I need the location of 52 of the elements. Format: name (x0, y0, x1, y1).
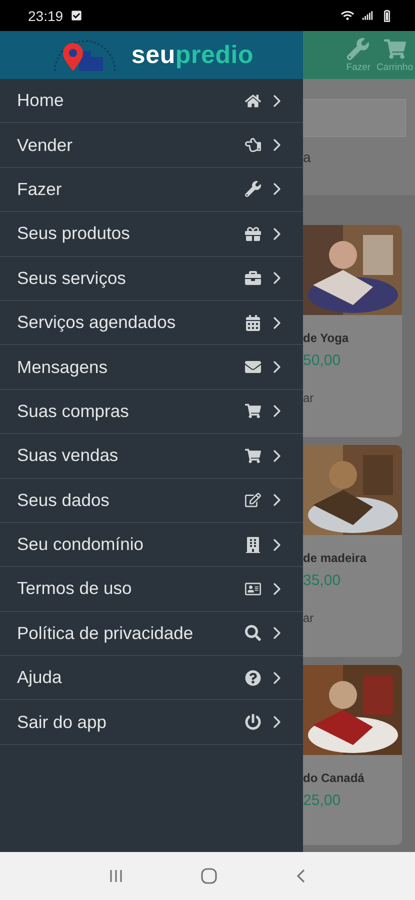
briefcase-icon (245, 270, 261, 286)
battery-icon (381, 10, 393, 22)
power-icon (245, 714, 261, 730)
logo-text: seupredio (131, 40, 254, 70)
product-price: 50,00 (303, 352, 342, 369)
menu-item[interactable]: Termos de uso (0, 567, 303, 612)
menu-item[interactable]: Vender (0, 123, 303, 168)
help-icon (245, 670, 261, 686)
product-card[interactable]: de madeira 35,00 ar (303, 445, 402, 657)
gift-icon (245, 226, 261, 242)
signal-icon (362, 10, 373, 21)
menu-item[interactable]: Fazer (0, 168, 303, 212)
menu-item[interactable]: Política de privacidade (0, 612, 303, 656)
menu-item[interactable]: Seus dados (0, 478, 303, 523)
product-title: de madeira (303, 551, 368, 565)
search-field[interactable] (303, 99, 406, 137)
menu-item[interactable]: Seu condomínio (0, 522, 303, 568)
cart-icon (384, 38, 406, 60)
menu-item[interactable]: Serviços agendados (0, 300, 303, 346)
wrench-icon (347, 38, 370, 60)
menu-item[interactable]: Home (0, 79, 303, 124)
envelope-icon (245, 359, 261, 376)
menu-item[interactable]: Seus serviços (0, 256, 303, 301)
partial-text: a (303, 149, 312, 165)
cart-icon (245, 448, 261, 464)
back-icon[interactable] (294, 868, 307, 884)
wrench-icon (245, 181, 261, 198)
product-price: 25,00 (303, 792, 342, 809)
menu-item[interactable]: Suas vendas (0, 434, 303, 479)
menu-item[interactable]: Suas compras (0, 390, 303, 434)
menu-item[interactable]: Seus produtos (0, 212, 303, 257)
recent-apps-icon[interactable] (108, 868, 124, 884)
building-icon (245, 536, 261, 553)
menu-item[interactable]: Mensagens (0, 345, 303, 390)
hand-icon (245, 137, 261, 154)
product-title: de Yoga (303, 331, 350, 345)
menu-item[interactable]: Ajuda (0, 656, 303, 700)
wifi-icon (341, 9, 354, 22)
edit-icon (245, 492, 261, 508)
home-button-icon[interactable] (200, 867, 218, 885)
product-price: 35,00 (303, 572, 342, 589)
home-icon (245, 92, 261, 109)
id-card-icon (245, 580, 261, 597)
search-icon (245, 625, 261, 642)
status-time: 23:19 (28, 8, 64, 24)
menu-item[interactable]: Sair do app (0, 700, 303, 745)
product-title: do Canadá (303, 771, 366, 785)
cart-icon (245, 403, 261, 420)
product-card[interactable]: de Yoga 50,00 ar (303, 225, 402, 437)
product-card[interactable]: do Canadá 25,00 (303, 665, 402, 845)
notification-icon (71, 10, 82, 21)
calendar-icon (245, 314, 261, 331)
